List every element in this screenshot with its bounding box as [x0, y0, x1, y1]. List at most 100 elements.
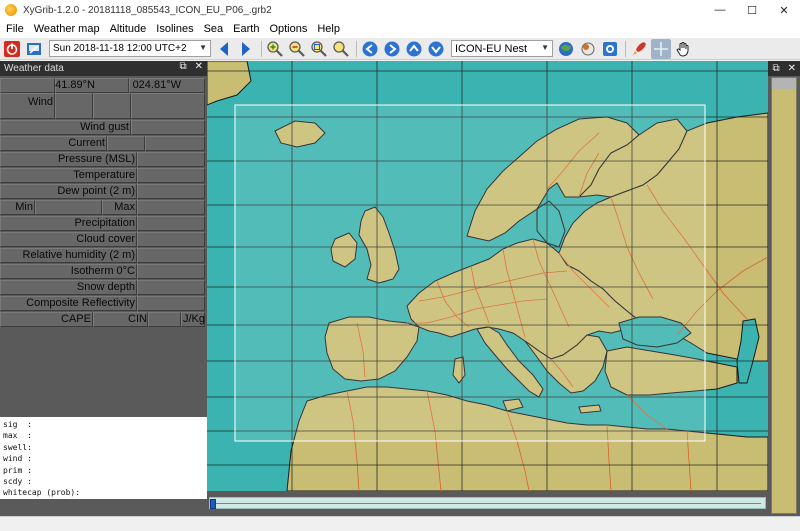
- temperature-label: Temperature: [73, 169, 135, 181]
- chevron-down-icon: ▼: [541, 43, 549, 52]
- weather-data-panel: Weather data ⧉ ✕ 41.89°N 024.81°W Wind W…: [0, 61, 207, 516]
- server-globe-icon: [581, 42, 595, 55]
- zoom-in-button[interactable]: [265, 39, 285, 59]
- rocket-icon: [633, 41, 646, 55]
- zoom-out-button[interactable]: [287, 39, 307, 59]
- circle-arrow-right-icon: [384, 41, 400, 56]
- menu-isolines[interactable]: Isolines: [152, 20, 199, 38]
- pan-down-button[interactable]: [426, 39, 446, 59]
- circle-arrow-up-icon: [406, 41, 422, 56]
- snow-depth-row: Snow depth: [0, 280, 207, 295]
- menu-help[interactable]: Help: [313, 20, 346, 38]
- zoom-fit-icon: [333, 40, 349, 57]
- time-slider-handle[interactable]: [210, 499, 216, 509]
- download-button[interactable]: [556, 39, 576, 59]
- pan-up-button[interactable]: [404, 39, 424, 59]
- info-document-icon: [603, 41, 617, 56]
- longitude-value: 024.81°W: [132, 79, 181, 91]
- latitude-value: 41.89°N: [55, 79, 95, 91]
- coordinates-row: 41.89°N 024.81°W: [0, 78, 207, 93]
- arrow-right-icon: [242, 41, 250, 56]
- menu-options[interactable]: Options: [265, 20, 313, 38]
- zoom-in-icon: [267, 40, 283, 57]
- wind-gust-row: Wind gust: [0, 120, 207, 135]
- weather-map[interactable]: [207, 61, 768, 491]
- weather-model-select[interactable]: ICON-EU Nest ▼: [451, 40, 553, 57]
- zoom-out-icon: [289, 40, 305, 57]
- isotherm-row: Isotherm 0°C: [0, 264, 207, 279]
- minimize-button[interactable]: —: [704, 0, 736, 20]
- pan-right-button[interactable]: [382, 39, 402, 59]
- status-bar: [0, 516, 800, 531]
- color-scale-header: ⧉ ✕: [768, 61, 800, 76]
- grib-coverage-area: [234, 104, 706, 442]
- menu-sea[interactable]: Sea: [200, 20, 230, 38]
- menu-earth[interactable]: Earth: [229, 20, 265, 38]
- map-canvas[interactable]: [207, 61, 768, 491]
- float-panel-icon[interactable]: ⧉: [772, 63, 779, 74]
- forecast-date-value: Sun 2018-11-18 12:00 UTC+2: [53, 43, 187, 54]
- open-file-button[interactable]: [24, 39, 44, 59]
- toolbar-separator: [261, 40, 262, 57]
- cloud-cover-label: Cloud cover: [76, 233, 135, 245]
- weather-data-header: Weather data ⧉ ✕: [0, 61, 207, 76]
- snow-depth-label: Snow depth: [76, 281, 135, 293]
- pressure-row: Pressure (MSL): [0, 152, 207, 167]
- temperature-row: Temperature: [0, 168, 207, 183]
- menu-weather-map[interactable]: Weather map: [30, 20, 106, 38]
- max-label: Max: [114, 201, 135, 213]
- xygrib-app-icon: [5, 4, 17, 16]
- globe-icon: [559, 41, 573, 56]
- float-panel-icon[interactable]: ⧉: [179, 61, 186, 72]
- circle-arrow-down-icon: [428, 41, 444, 56]
- precipitation-label: Precipitation: [74, 217, 135, 229]
- circle-arrow-left-icon: [362, 41, 378, 56]
- crosshair-icon: [654, 41, 668, 56]
- zoom-all-button[interactable]: [331, 39, 351, 59]
- quit-button[interactable]: [2, 39, 22, 59]
- wind-gust-label: Wind gust: [80, 121, 129, 133]
- time-slider[interactable]: [209, 497, 766, 509]
- rocket-button[interactable]: [629, 39, 649, 59]
- weather-data-title: Weather data: [4, 63, 64, 74]
- forecast-date-select[interactable]: Sun 2018-11-18 12:00 UTC+2 ▼: [49, 40, 211, 57]
- open-folder-icon: [27, 42, 41, 55]
- precipitation-row: Precipitation: [0, 216, 207, 231]
- greenland-landmass: [207, 61, 252, 106]
- pan-hand-button[interactable]: [673, 39, 693, 59]
- pan-left-button[interactable]: [360, 39, 380, 59]
- maximize-button[interactable]: ☐: [736, 0, 768, 20]
- dew-point-row: Dew point (2 m): [0, 184, 207, 199]
- composite-reflectivity-row: Composite Reflectivity: [0, 296, 207, 311]
- power-icon: [4, 40, 20, 57]
- server-status-button[interactable]: [578, 39, 598, 59]
- min-max-row: Min Max: [0, 200, 207, 215]
- wind-row: Wind: [0, 93, 207, 119]
- pressure-label: Pressure (MSL): [57, 153, 135, 165]
- grib-info-button[interactable]: [600, 39, 620, 59]
- cin-label: CIN: [128, 313, 147, 325]
- cape-cin-row: CAPE CIN J/Kg: [0, 312, 207, 327]
- relative-humidity-label: Relative humidity (2 m): [22, 249, 135, 261]
- menu-altitude[interactable]: Altitude: [106, 20, 153, 38]
- zoom-area-icon: [311, 40, 327, 57]
- window-title-bar: XyGrib-1.2.0 - 20181118_085543_ICON_EU_P…: [0, 0, 800, 20]
- time-slider-line: [214, 503, 761, 504]
- toolbar-separator: [356, 40, 357, 57]
- min-label: Min: [15, 201, 33, 213]
- zoom-selection-button[interactable]: [309, 39, 329, 59]
- hand-icon: [676, 41, 689, 57]
- color-scale-top-swatch: [772, 78, 796, 89]
- wave-data-text: sig : max : swell: wind : prim : scdy : …: [0, 417, 207, 499]
- previous-date-button[interactable]: [214, 39, 234, 59]
- toolbar-separator: [625, 40, 626, 57]
- close-panel-icon[interactable]: ✕: [195, 61, 203, 72]
- menu-file[interactable]: File: [2, 20, 30, 38]
- crosshair-button[interactable]: [651, 38, 671, 59]
- close-button[interactable]: ✕: [768, 0, 800, 20]
- cloud-cover-row: Cloud cover: [0, 232, 207, 247]
- next-date-button[interactable]: [236, 39, 256, 59]
- wind-label: Wind: [27, 96, 53, 108]
- close-panel-icon[interactable]: ✕: [788, 63, 796, 74]
- composite-reflectivity-label: Composite Reflectivity: [26, 297, 135, 309]
